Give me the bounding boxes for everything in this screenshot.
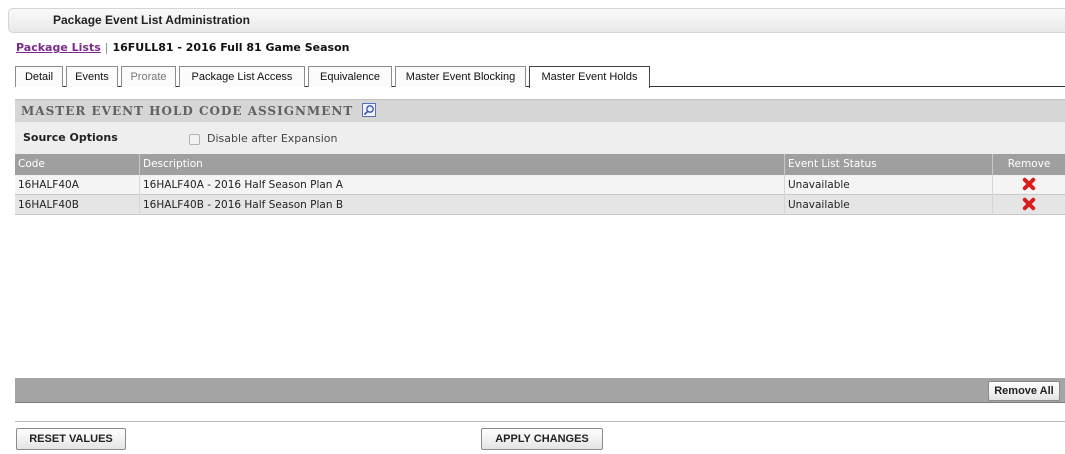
breadcrumb: Package Lists | 16FULL81 - 2016 Full 81 Ga… bbox=[16, 40, 349, 56]
table-row[interactable]: 16HALF40B 16HALF40B - 2016 Half Season P… bbox=[15, 195, 1065, 215]
breadcrumb-separator: | bbox=[104, 41, 109, 54]
remove-icon[interactable] bbox=[1022, 197, 1036, 211]
tab-master-event-blocking[interactable]: Master Event Blocking bbox=[395, 66, 526, 87]
breadcrumb-current: 16FULL81 - 2016 Full 81 Game Season bbox=[112, 41, 350, 54]
column-header-code[interactable]: Code bbox=[15, 154, 140, 175]
source-options-label: Source Options bbox=[23, 131, 118, 144]
cell-code: 16HALF40B bbox=[15, 195, 140, 215]
window-title: Package Event List Administration bbox=[8, 8, 1065, 33]
grid-header: Code Description Event List Status Remov… bbox=[15, 154, 1065, 175]
column-header-description[interactable]: Description bbox=[140, 154, 785, 175]
table-row[interactable]: 16HALF40A 16HALF40A - 2016 Half Season P… bbox=[15, 175, 1065, 195]
cell-code: 16HALF40A bbox=[15, 175, 140, 195]
tab-bar: Detail Events Prorate Package List Acces… bbox=[15, 66, 1065, 88]
grid-footer: Remove All bbox=[15, 378, 1065, 403]
disable-after-expansion-label[interactable]: Disable after Expansion bbox=[207, 132, 337, 145]
remove-icon[interactable] bbox=[1022, 177, 1036, 191]
cell-description: 16HALF40B - 2016 Half Season Plan B bbox=[140, 195, 785, 215]
tab-package-list-access[interactable]: Package List Access bbox=[179, 66, 305, 87]
breadcrumb-package-lists-link[interactable]: Package Lists bbox=[16, 41, 101, 54]
hold-code-grid: Code Description Event List Status Remov… bbox=[15, 154, 1065, 215]
cell-status: Unavailable bbox=[785, 195, 993, 215]
cell-description: 16HALF40A - 2016 Half Season Plan A bbox=[140, 175, 785, 195]
remove-all-button[interactable]: Remove All bbox=[988, 381, 1060, 401]
section-title: MASTER EVENT HOLD CODE ASSIGNMENT bbox=[21, 104, 354, 118]
tab-master-event-holds[interactable]: Master Event Holds bbox=[529, 66, 650, 88]
tab-events[interactable]: Events bbox=[66, 66, 118, 87]
tab-prorate[interactable]: Prorate bbox=[121, 66, 176, 87]
column-header-event-list-status[interactable]: Event List Status bbox=[785, 154, 993, 175]
source-options-row: Source Options Disable after Expansion bbox=[15, 122, 1065, 154]
cell-remove bbox=[993, 195, 1065, 215]
tab-equivalence[interactable]: Equivalence bbox=[308, 66, 392, 87]
tab-detail[interactable]: Detail bbox=[15, 66, 63, 87]
disable-after-expansion-checkbox[interactable] bbox=[189, 134, 200, 145]
magnifier-icon[interactable] bbox=[362, 103, 377, 117]
cell-remove bbox=[993, 175, 1065, 195]
divider bbox=[15, 421, 1065, 422]
reset-values-button[interactable]: RESET VALUES bbox=[16, 428, 126, 450]
section-header: MASTER EVENT HOLD CODE ASSIGNMENT bbox=[15, 99, 1065, 122]
column-header-remove: Remove bbox=[1007, 158, 1051, 170]
apply-changes-button[interactable]: APPLY CHANGES bbox=[481, 428, 603, 450]
cell-status: Unavailable bbox=[785, 175, 993, 195]
